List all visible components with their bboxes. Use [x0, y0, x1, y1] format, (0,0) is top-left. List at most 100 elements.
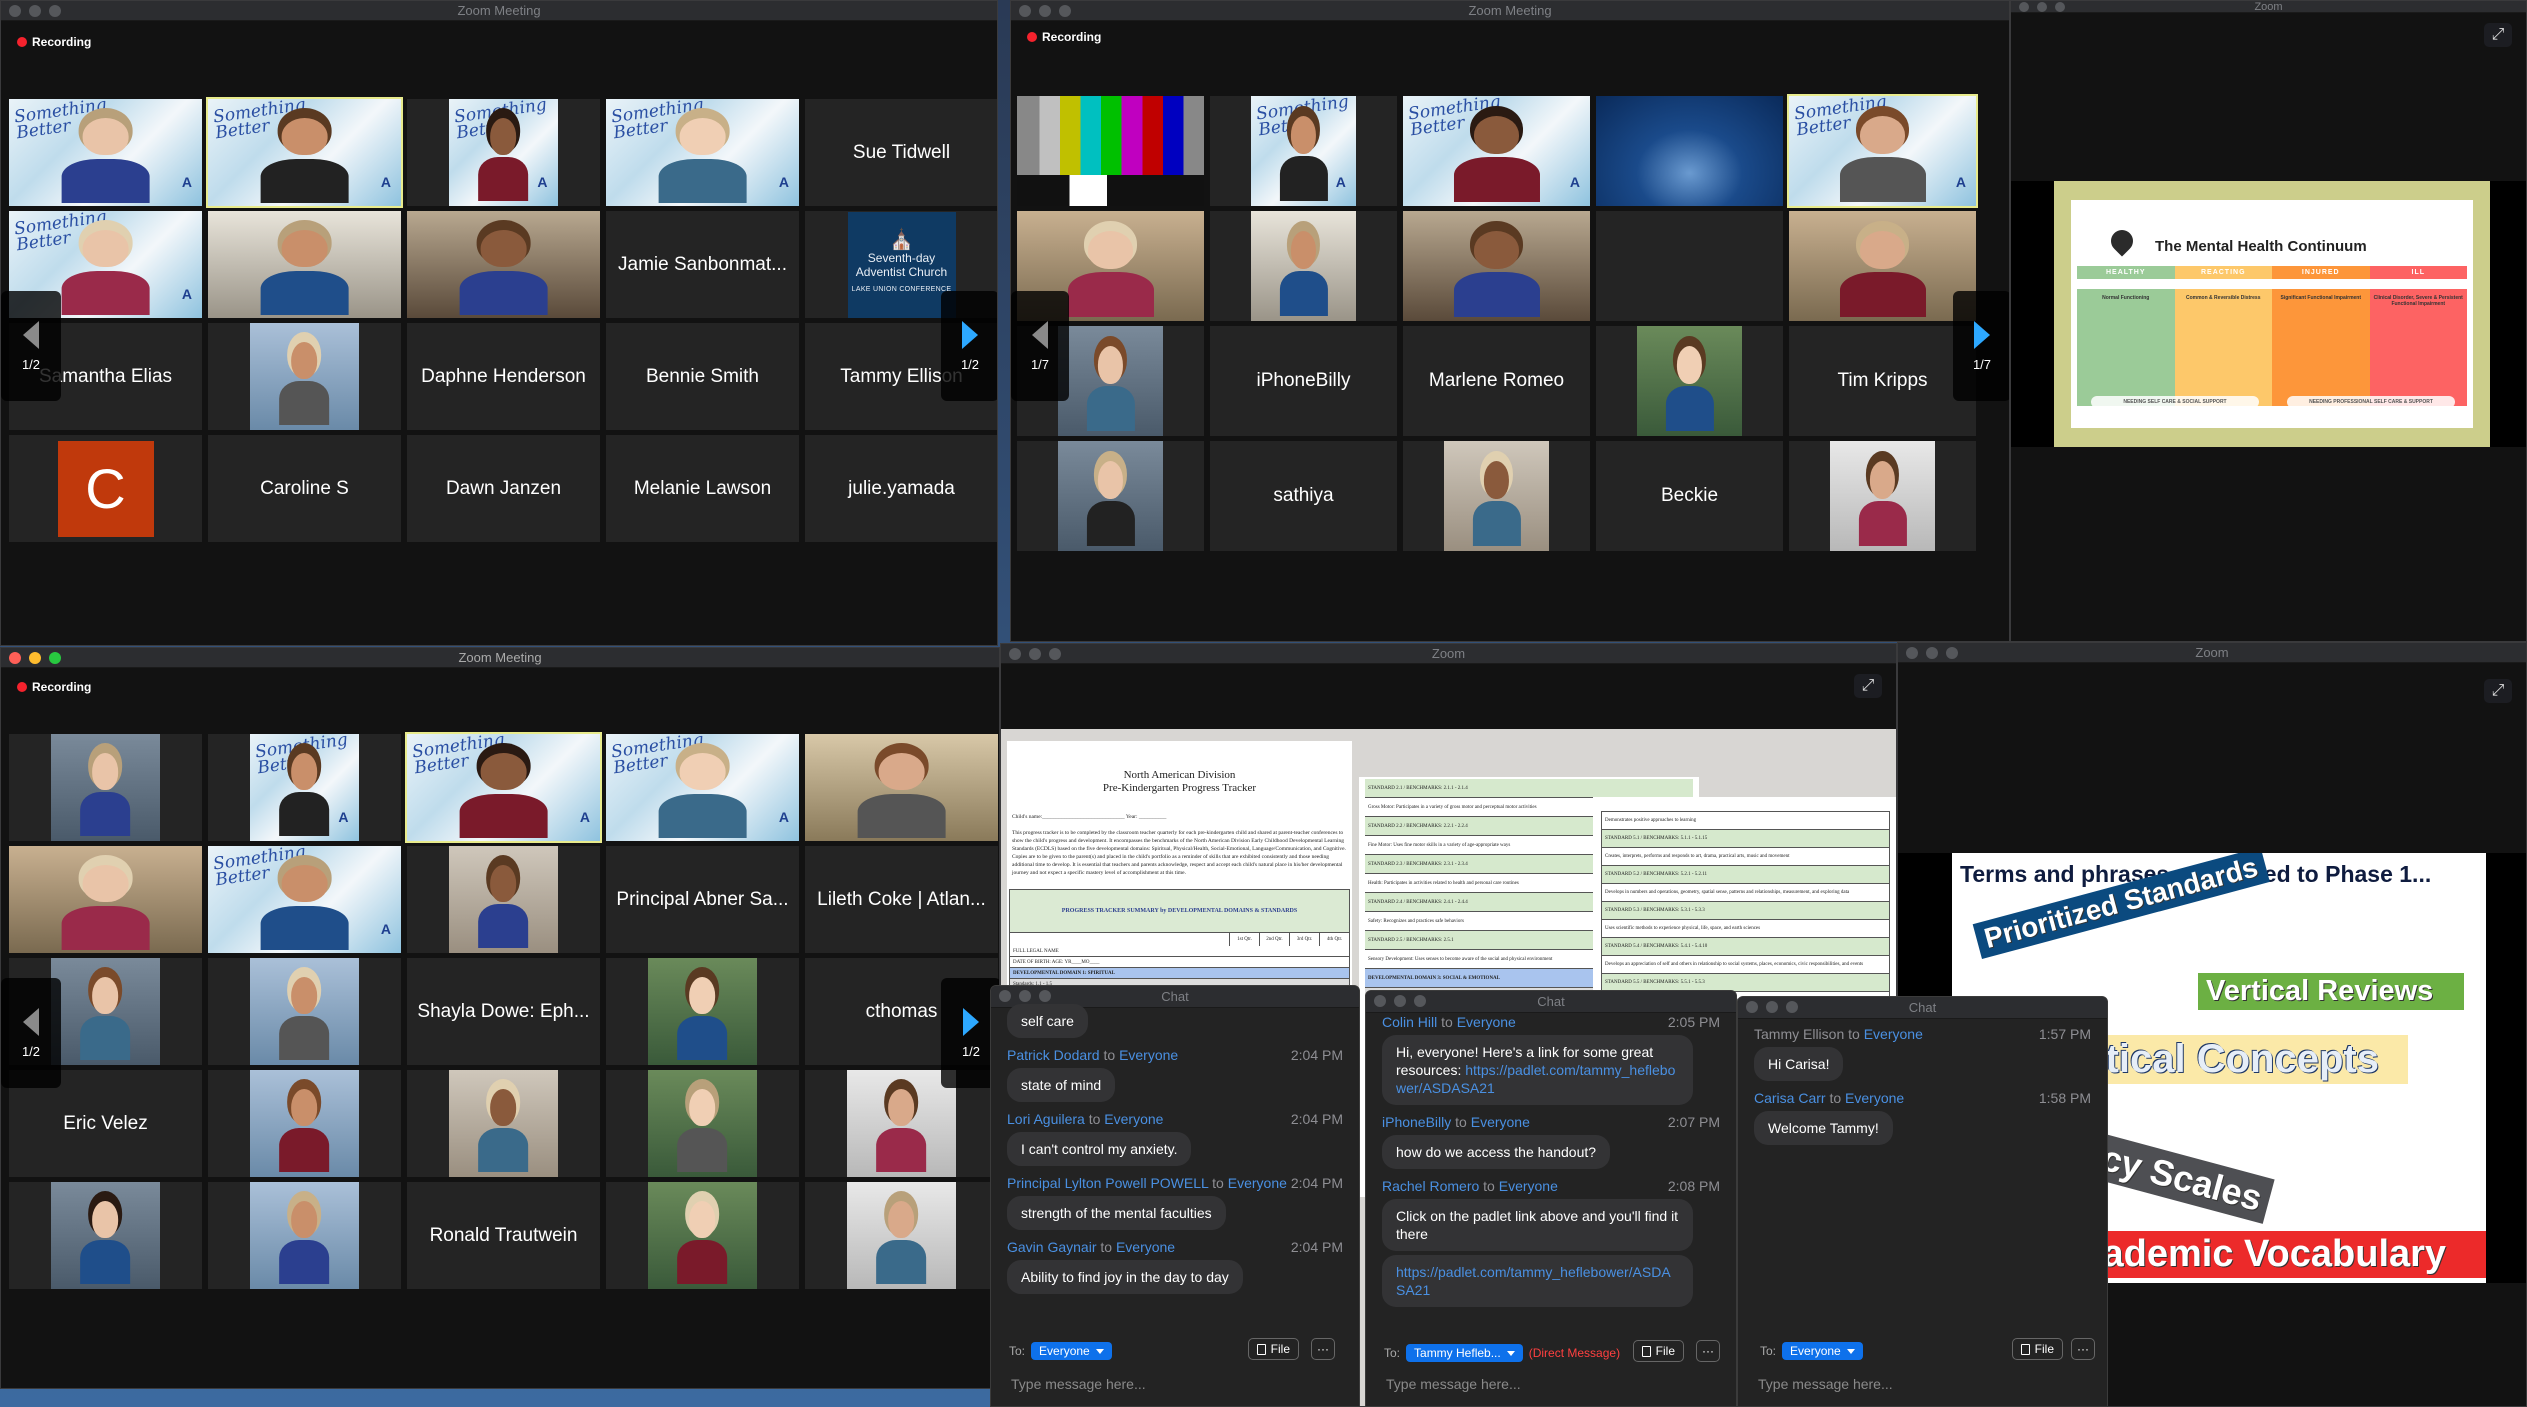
- participant-tile[interactable]: Jamie Sanbonmat...: [606, 211, 799, 318]
- minimize-button[interactable]: [2037, 2, 2047, 12]
- participant-tile[interactable]: Something Better A: [9, 99, 202, 206]
- participant-tile[interactable]: [407, 211, 600, 318]
- minimize-button[interactable]: [29, 652, 41, 664]
- participant-tile[interactable]: Tim Kripps: [1789, 326, 1976, 436]
- participant-tile[interactable]: Something Better A: [1403, 96, 1590, 206]
- recipient-name[interactable]: Everyone: [1845, 1090, 1904, 1106]
- participant-tile[interactable]: iPhoneBilly: [1210, 326, 1397, 436]
- participant-tile[interactable]: [208, 958, 401, 1065]
- participant-tile[interactable]: [9, 734, 202, 841]
- recipient-name[interactable]: Everyone: [1499, 1178, 1558, 1194]
- participant-tile[interactable]: Something Better A: [206, 97, 403, 208]
- prev-page-button[interactable]: 1/7: [1011, 291, 1069, 401]
- participant-tile[interactable]: Ronald Trautwein: [407, 1182, 600, 1289]
- sender-name[interactable]: Principal Lylton Powell POWELL: [1007, 1175, 1208, 1191]
- participant-tile[interactable]: [1017, 441, 1204, 551]
- file-button[interactable]: File: [1247, 1338, 1299, 1360]
- participant-tile[interactable]: Something Better A: [407, 99, 600, 206]
- close-button[interactable]: [9, 652, 21, 664]
- recipient-dropdown[interactable]: Tammy Hefleb...: [1406, 1344, 1523, 1362]
- sender-name[interactable]: Colin Hill: [1382, 1014, 1437, 1030]
- participant-tile[interactable]: [805, 1182, 998, 1289]
- participant-tile[interactable]: [606, 958, 799, 1065]
- participant-tile[interactable]: Dawn Janzen: [407, 435, 600, 542]
- more-button[interactable]: ···: [2071, 1338, 2095, 1360]
- close-button[interactable]: [9, 5, 21, 17]
- participant-tile[interactable]: [407, 846, 600, 953]
- participant-tile[interactable]: Shayla Dowe: Eph...: [407, 958, 600, 1065]
- sender-name[interactable]: Carisa Carr: [1754, 1090, 1826, 1106]
- minimize-button[interactable]: [1766, 1001, 1778, 1013]
- close-button[interactable]: [1019, 5, 1031, 17]
- close-button[interactable]: [2019, 2, 2029, 12]
- participant-tile[interactable]: Marlene Romeo: [1403, 326, 1590, 436]
- participant-tile[interactable]: [208, 211, 401, 318]
- expand-icon[interactable]: ⤢: [1854, 674, 1882, 698]
- participant-tile[interactable]: Principal Abner Sa...: [606, 846, 799, 953]
- participant-tile[interactable]: Something Better A: [606, 734, 799, 841]
- message-link[interactable]: https://padlet.com/tammy_heflebower/ASDA…: [1396, 1264, 1671, 1298]
- participant-tile[interactable]: [606, 1070, 799, 1177]
- recipient-name[interactable]: Everyone: [1457, 1014, 1516, 1030]
- participant-tile[interactable]: Beckie: [1596, 441, 1783, 551]
- title-bar[interactable]: Zoom Meeting: [1, 1, 997, 21]
- participant-tile[interactable]: Something Better A: [1787, 94, 1978, 208]
- message-input[interactable]: [1011, 1376, 1339, 1392]
- message-list[interactable]: Colin Hill to Everyone 2:05 PM Hi, everyon…: [1366, 1005, 1736, 1328]
- participant-tile[interactable]: Sue Tidwell: [805, 99, 997, 206]
- more-button[interactable]: ···: [1311, 1338, 1335, 1360]
- participant-tile[interactable]: [407, 1070, 600, 1177]
- participant-tile[interactable]: Bennie Smith: [606, 323, 799, 430]
- prev-page-button[interactable]: 1/2: [1, 291, 61, 401]
- participant-tile[interactable]: [208, 1182, 401, 1289]
- zoom-button[interactable]: [49, 5, 61, 17]
- participant-tile[interactable]: C: [9, 435, 202, 542]
- more-button[interactable]: ···: [1696, 1340, 1720, 1362]
- close-button[interactable]: [1009, 648, 1021, 660]
- recipient-name[interactable]: Everyone: [1471, 1114, 1530, 1130]
- minimize-button[interactable]: [1029, 648, 1041, 660]
- participant-tile[interactable]: Melanie Lawson: [606, 435, 799, 542]
- recipient-name[interactable]: Everyone: [1864, 1026, 1923, 1042]
- file-button[interactable]: File: [1632, 1340, 1684, 1362]
- zoom-button[interactable]: [1946, 647, 1958, 659]
- sender-name[interactable]: Rachel Romero: [1382, 1178, 1479, 1194]
- participant-tile[interactable]: [1596, 96, 1783, 206]
- message-list[interactable]: Tammy Ellison to Everyone 1:57 PM Hi Caris…: [1738, 1017, 2107, 1328]
- title-bar[interactable]: Zoom: [1001, 644, 1896, 664]
- expand-icon[interactable]: ⤢: [2484, 23, 2512, 47]
- minimize-button[interactable]: [1926, 647, 1938, 659]
- participant-tile[interactable]: [805, 734, 998, 841]
- zoom-button[interactable]: [49, 652, 61, 664]
- sender-name[interactable]: Gavin Gaynair: [1007, 1239, 1096, 1255]
- zoom-button[interactable]: [2055, 2, 2065, 12]
- sender-name[interactable]: Lori Aguilera: [1007, 1111, 1085, 1127]
- prev-page-button[interactable]: 1/2: [1, 978, 61, 1088]
- expand-icon[interactable]: ⤢: [2484, 679, 2512, 703]
- participant-tile[interactable]: [1596, 211, 1783, 321]
- recipient-name[interactable]: Everyone: [1228, 1175, 1287, 1191]
- title-bar[interactable]: Chat: [1738, 997, 2107, 1019]
- participant-tile[interactable]: [606, 1182, 799, 1289]
- participant-tile[interactable]: [1210, 211, 1397, 321]
- recipient-name[interactable]: Everyone: [1119, 1047, 1178, 1063]
- close-button[interactable]: [1746, 1001, 1758, 1013]
- participant-tile[interactable]: Something Better A: [405, 732, 602, 843]
- message-list[interactable]: self care Patrick Dodard to Everyone 2:04 …: [991, 1000, 1359, 1328]
- participant-tile[interactable]: [9, 1182, 202, 1289]
- message-input[interactable]: [1386, 1376, 1716, 1392]
- message-input[interactable]: [1758, 1376, 2087, 1392]
- participant-tile[interactable]: [1789, 211, 1976, 321]
- recipient-name[interactable]: Everyone: [1116, 1239, 1175, 1255]
- participant-tile[interactable]: Something Better A: [208, 734, 401, 841]
- participant-tile[interactable]: julie.yamada: [805, 435, 997, 542]
- minimize-button[interactable]: [29, 5, 41, 17]
- sender-name[interactable]: iPhoneBilly: [1382, 1114, 1451, 1130]
- participant-tile[interactable]: [9, 846, 202, 953]
- title-bar[interactable]: Zoom Meeting: [1, 648, 999, 668]
- zoom-button[interactable]: [1049, 648, 1061, 660]
- participant-tile[interactable]: [1017, 96, 1204, 206]
- title-bar[interactable]: Zoom: [2011, 1, 2526, 13]
- title-bar[interactable]: Zoom: [1898, 643, 2526, 663]
- minimize-button[interactable]: [1039, 5, 1051, 17]
